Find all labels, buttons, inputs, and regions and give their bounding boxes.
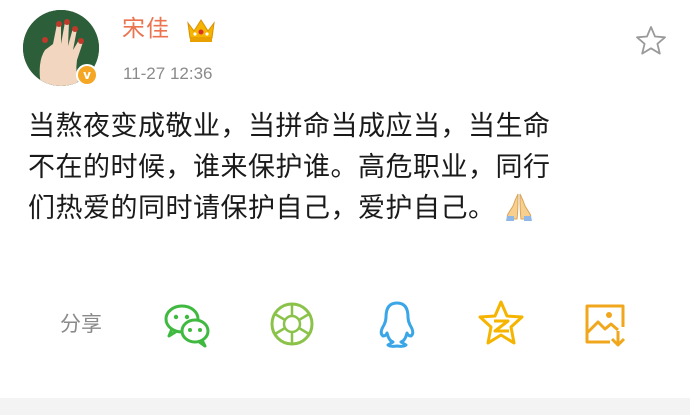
share-moments-button[interactable] — [265, 297, 319, 351]
qq-icon — [379, 301, 415, 348]
share-wechat-button[interactable] — [160, 297, 214, 351]
share-qq-button[interactable] — [370, 297, 424, 351]
post-content-line: 不在的时候，谁来保护谁。高危职业，同行 — [28, 152, 551, 183]
author-name[interactable]: 宋佳 — [122, 14, 170, 44]
bottom-divider — [0, 398, 690, 415]
post-content: 当熬夜变成敬业，当拼命当成应当，当生命 不在的时候，谁来保护谁。高危职业，同行 … — [28, 106, 673, 229]
favorite-star-icon[interactable] — [634, 24, 668, 56]
verified-badge-icon: v — [76, 64, 98, 86]
share-label: 分享 — [60, 312, 102, 336]
share-qzone-button[interactable] — [474, 297, 528, 351]
qzone-icon — [478, 300, 524, 345]
save-image-icon — [585, 304, 626, 347]
post-content-line: 们热爱的同时请保护自己，爱护自己。 — [28, 188, 673, 229]
post-timestamp: 11-27 12:36 — [123, 64, 213, 83]
wechat-icon — [164, 304, 210, 348]
crown-icon — [187, 19, 215, 42]
share-save-image-button[interactable] — [578, 297, 632, 351]
post-content-line-text: 们热爱的同时请保护自己，爱护自己。 — [28, 193, 496, 224]
pray-icon — [505, 193, 532, 221]
post-content-line: 当熬夜变成敬业，当拼命当成应当，当生命 — [28, 111, 551, 142]
weibo-post: v 宋佳 11-27 12:36 当熬夜变成敬业，当拼命当成应当，当生命 不在的… — [0, 0, 690, 415]
wechat-moments-icon — [270, 302, 314, 346]
